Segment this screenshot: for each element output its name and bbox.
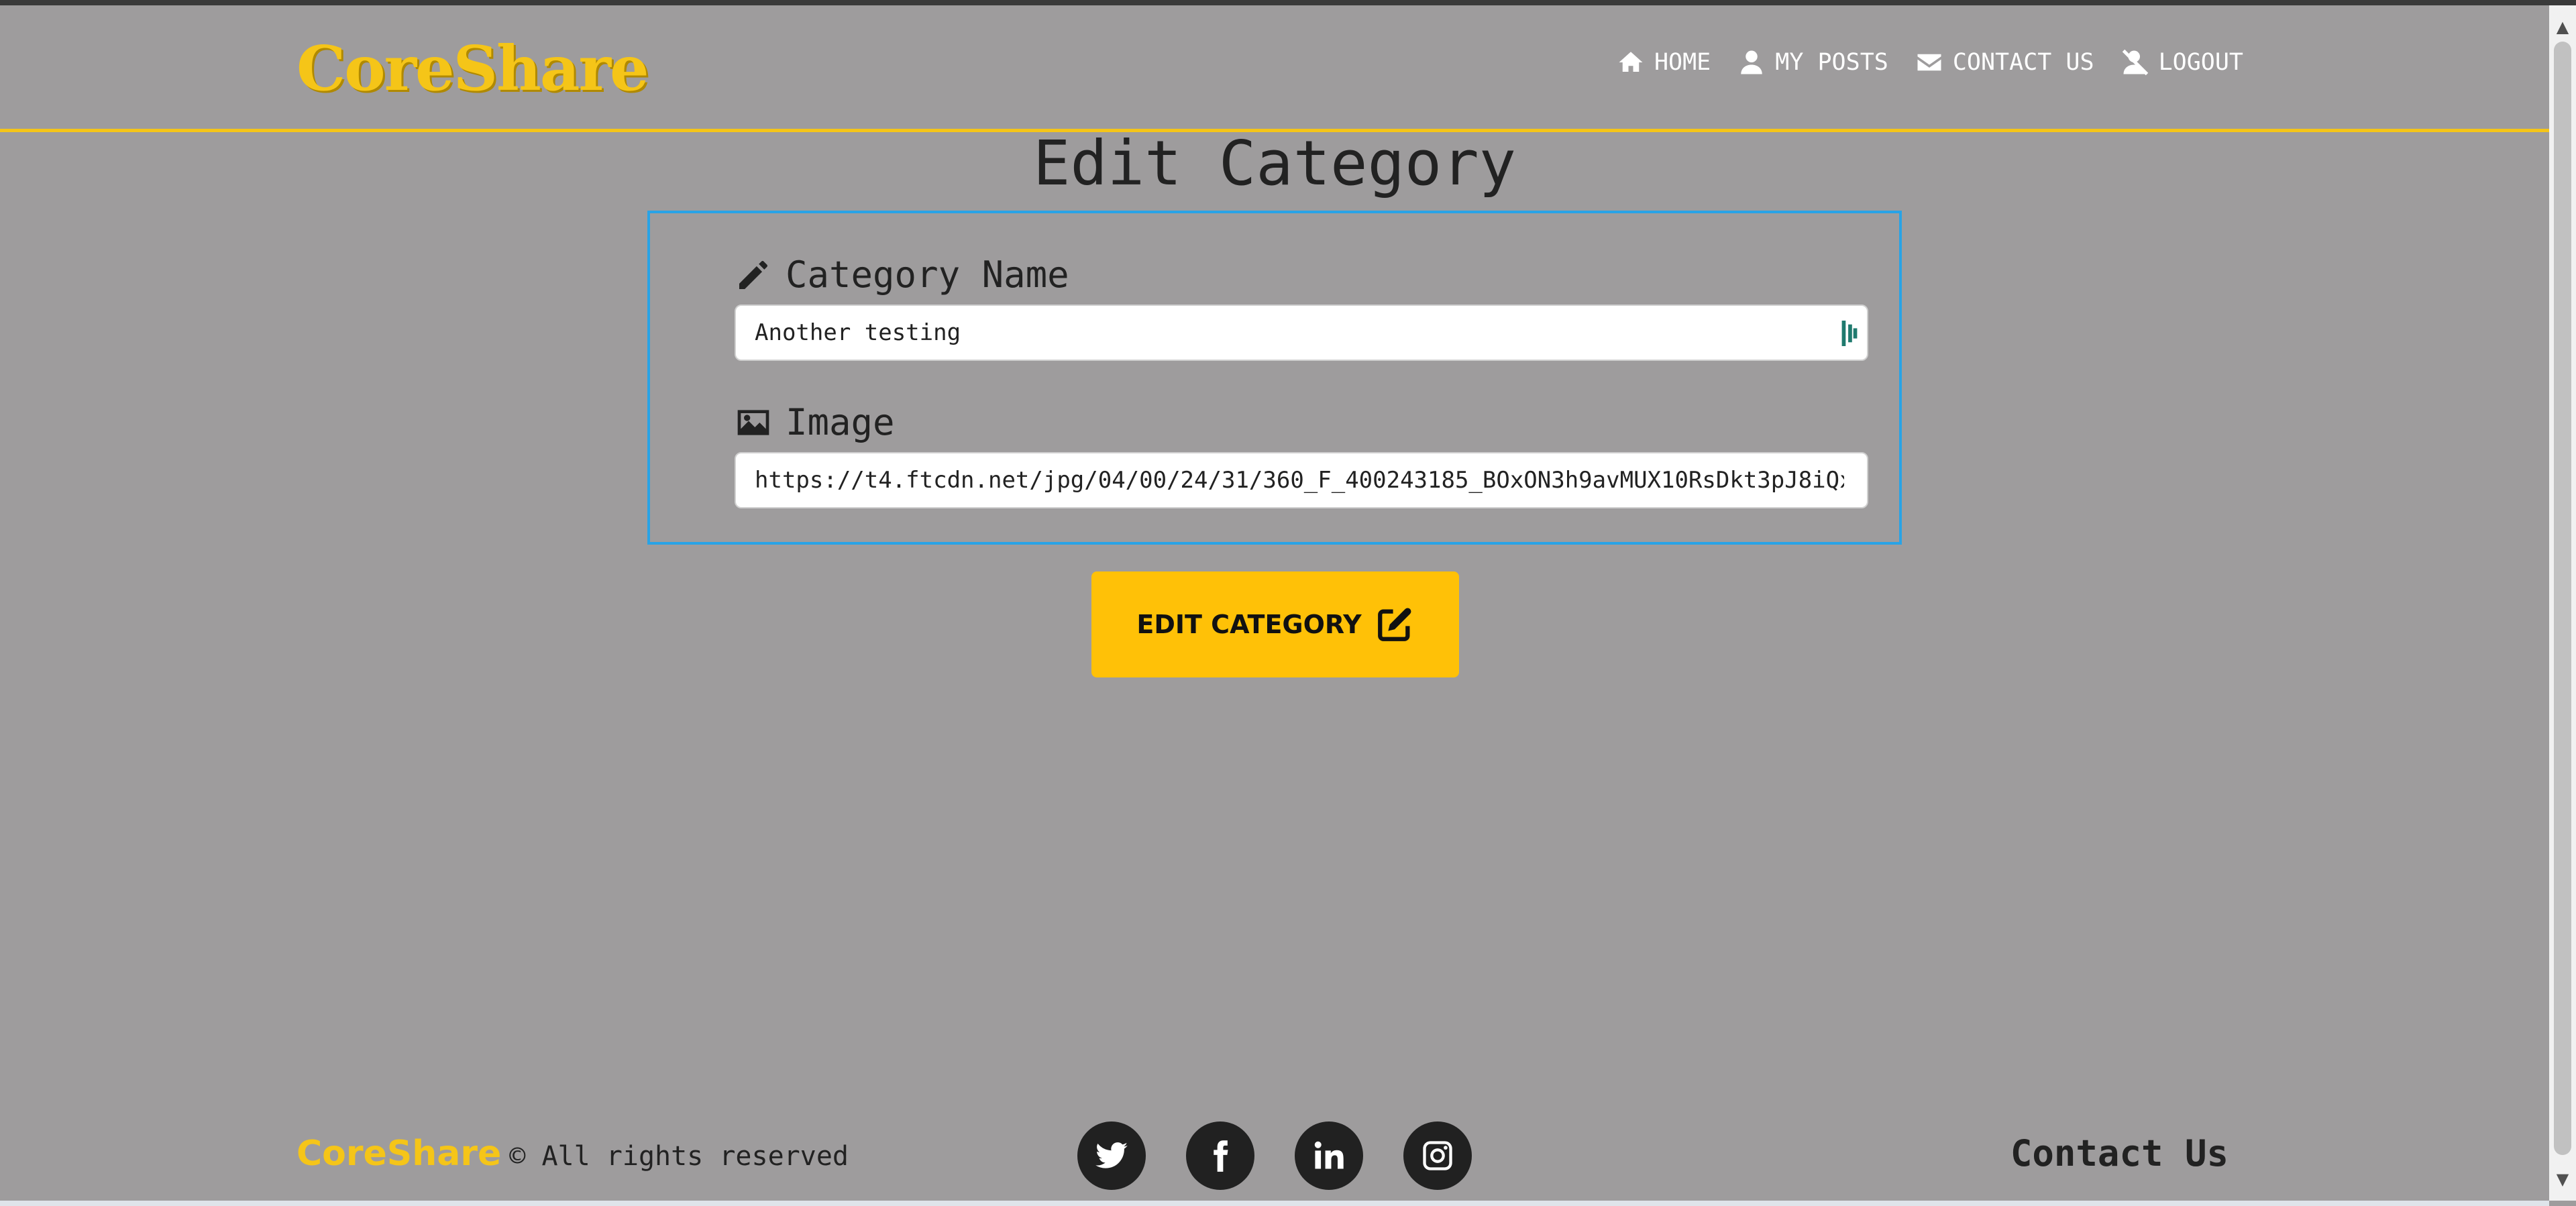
edit-square-icon [1377, 608, 1411, 641]
linkedin-icon [1314, 1141, 1344, 1169]
nav-contact-us-label: CONTACT US [1952, 49, 2094, 76]
nav-my-posts[interactable]: MY POSTS [1737, 48, 1888, 76]
image-url-field[interactable] [735, 452, 1868, 508]
nav-logout-label: LOGOUT [2158, 49, 2243, 76]
image-label-text: Image [786, 401, 895, 443]
image-icon [737, 409, 769, 435]
brand-logo[interactable]: CoreShare [297, 32, 649, 105]
nav-my-posts-label: MY POSTS [1775, 49, 1888, 76]
nav-home[interactable]: HOME [1617, 48, 1711, 76]
window-bottom-border [0, 1201, 2549, 1206]
footer-brand: CoreShare [297, 1134, 502, 1174]
footer-rights: © All rights reserved [509, 1141, 849, 1172]
user-slash-icon [2122, 49, 2148, 76]
facebook-link[interactable] [1186, 1121, 1254, 1190]
main-nav: HOME MY POSTS CONTACT US LOGOUT [1617, 48, 2243, 76]
nav-logout[interactable]: LOGOUT [2121, 48, 2243, 76]
instagram-icon [1423, 1141, 1452, 1170]
twitter-icon [1095, 1142, 1128, 1168]
instagram-link[interactable] [1403, 1121, 1472, 1190]
nav-contact-us[interactable]: CONTACT US [1915, 48, 2094, 76]
window-top-border [0, 0, 2576, 5]
linkedin-link[interactable] [1295, 1121, 1363, 1190]
scroll-up-arrow-icon[interactable]: ▲ [2549, 13, 2576, 40]
password-manager-icon[interactable] [1841, 321, 1858, 346]
social-links [1077, 1121, 1472, 1190]
category-name-input[interactable] [736, 306, 1809, 360]
edit-category-form: Category Name Image [647, 211, 1902, 545]
facebook-icon [1214, 1140, 1228, 1172]
category-name-label-text: Category Name [786, 254, 1069, 296]
edit-category-button[interactable]: EDIT CATEGORY [1091, 571, 1459, 677]
footer-contact-link[interactable]: Contact Us [2010, 1132, 2229, 1174]
category-name-field[interactable] [735, 305, 1868, 361]
user-icon [1741, 50, 1763, 74]
nav-home-label: HOME [1654, 49, 1711, 76]
scrollbar-thumb[interactable] [2554, 42, 2571, 1155]
envelope-icon [1917, 54, 1941, 71]
page-title: Edit Category [1032, 127, 1517, 199]
category-name-label: Category Name [735, 254, 1069, 296]
edit-category-button-label: EDIT CATEGORY [1136, 610, 1362, 639]
scroll-down-arrow-icon[interactable]: ▼ [2549, 1166, 2576, 1193]
home-icon [1619, 52, 1643, 72]
twitter-link[interactable] [1077, 1121, 1146, 1190]
image-label: Image [735, 401, 895, 443]
image-url-input[interactable] [736, 453, 1863, 507]
footer-copyright: CoreShare © All rights reserved [297, 1134, 849, 1174]
pencil-icon [739, 260, 767, 289]
